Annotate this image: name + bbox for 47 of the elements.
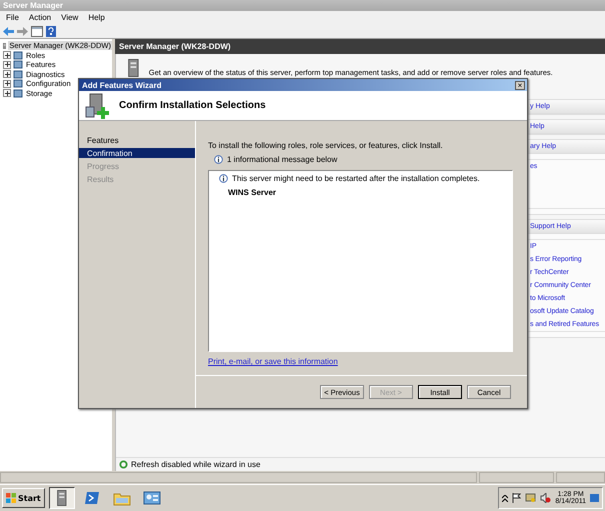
expand-icon[interactable] [3,80,11,88]
server-icon [3,40,6,51]
wizard-step[interactable]: Features [79,135,195,145]
start-button[interactable]: Start [2,488,45,508]
flag-icon[interactable] [512,493,522,503]
instruction-text: To install the following roles, role services, or features, click Install. [208,141,444,150]
help-icon[interactable] [46,26,56,36]
expand-icon[interactable] [3,60,11,69]
feature-name: WINS Server [227,188,278,197]
notice-text: This server might need to be restarted after the installation completes. [232,174,480,183]
node-icon [13,88,23,98]
status-bar-panel [556,472,605,483]
folder-icon [112,490,131,506]
menu-item[interactable]: File [2,13,23,22]
console-tree-icon[interactable] [31,26,43,36]
expand-icon[interactable] [3,70,11,78]
print-link[interactable]: Print, e-mail, or save this information [208,357,338,366]
info-icon [219,174,228,183]
close-button[interactable]: × [515,80,525,90]
window-title: Server Manager [3,1,64,10]
refresh-icon [119,460,128,469]
windows-logo-icon [6,493,16,503]
node-icon [13,70,23,79]
terminal-icon [84,491,100,505]
message-count: 1 informational message below [227,155,338,164]
node-icon [13,79,23,88]
wizard-step[interactable]: Confirmation [79,148,195,158]
server-icon [56,490,67,506]
menu-item[interactable]: View [57,13,82,22]
status-text: Refresh disabled while wizard in use [131,460,260,469]
dialog-title: Add Features Wizard [82,80,162,90]
pane-header: Server Manager (WK28-DDW) [115,39,605,54]
menu-item[interactable]: Help [84,13,109,22]
back-icon[interactable] [3,26,14,36]
muted-speaker-icon[interactable] [540,493,552,503]
server-add-icon [85,92,109,118]
node-icon [13,60,23,70]
network-icon[interactable] [525,493,536,503]
expand-icon[interactable] [3,51,11,60]
control-panel-icon [142,490,161,506]
info-icon [214,155,223,164]
wizard-heading: Confirm Installation Selections [119,100,266,111]
expand-icon[interactable] [3,89,11,98]
node-icon [13,50,23,60]
menu-item[interactable]: Action [24,13,56,22]
chevron-up-icon[interactable] [502,494,508,502]
taskbar-button[interactable] [48,487,75,509]
